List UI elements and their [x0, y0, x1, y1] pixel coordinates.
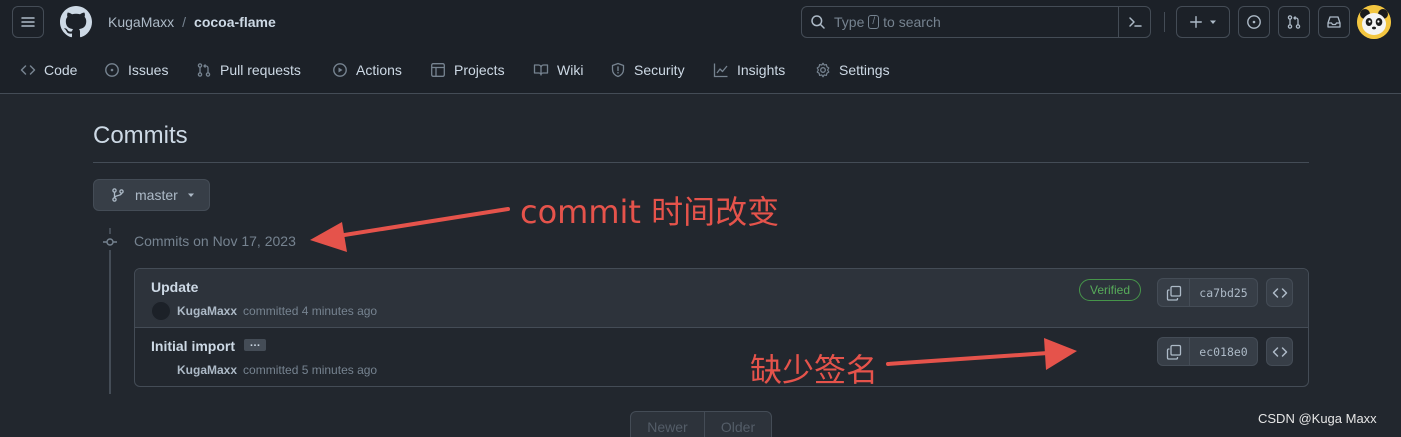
annotation-time-changed: commit 时间改变: [520, 193, 780, 231]
watermark: CSDN @Kuga Maxx: [1258, 411, 1377, 426]
arrow-to-missing-signature: [886, 338, 1077, 370]
annotation-missing-signature: 缺少签名: [750, 351, 879, 389]
arrow-to-commit-date: [310, 207, 510, 252]
